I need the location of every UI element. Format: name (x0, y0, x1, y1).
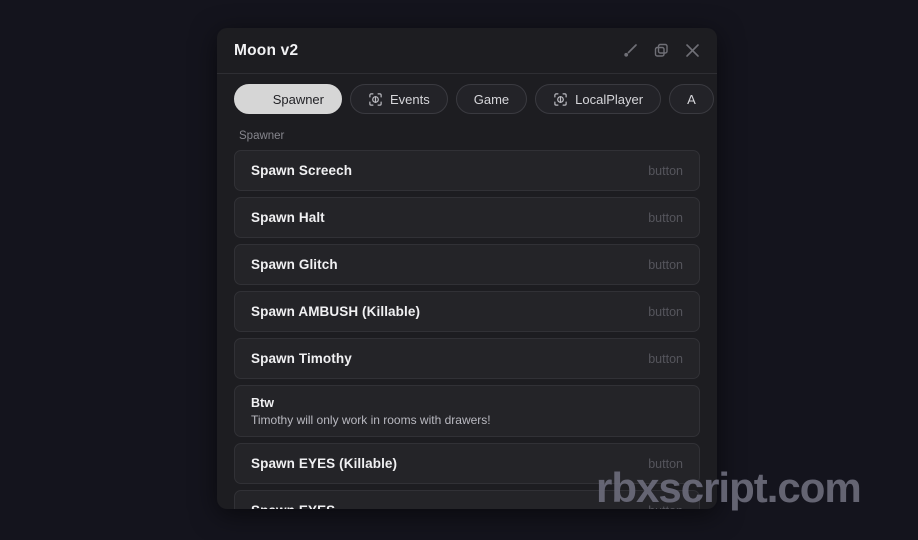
row-type-badge: button (648, 210, 683, 225)
titlebar-actions (619, 40, 703, 62)
section-label: Spawner (239, 130, 285, 142)
tab-game[interactable]: Game (455, 84, 528, 114)
row-label: Spawn Glitch (251, 257, 338, 272)
page-title: Moon v2 (234, 41, 299, 59)
tab-list[interactable]: Spawner Events Game LocalPlayer A (217, 74, 717, 124)
scan-icon (368, 92, 383, 107)
titlebar: Moon v2 (217, 28, 717, 74)
tab-label: LocalPlayer (575, 91, 644, 107)
panel-content: Spawner Spawn Screech button Spawn Halt but… (217, 130, 717, 509)
note-title: Btw (251, 395, 274, 410)
note-row: Btw Timothy will only work in rooms with … (234, 385, 700, 437)
row-label: Spawn Timothy (251, 351, 352, 366)
moon-window: Moon v2 Spawner Events Game LocalPlayer … (217, 28, 717, 509)
tab-spawner[interactable]: Spawner (234, 84, 342, 114)
row-type-badge: button (648, 257, 683, 272)
row-label: Spawn AMBUSH (Killable) (251, 304, 421, 319)
row-label: Spawn EYES (Killable) (251, 456, 398, 471)
scan-icon (553, 92, 568, 107)
note-description: Timothy will only work in rooms with dra… (251, 412, 491, 427)
row-list: Spawn Screech button Spawn Halt button Spawn… (234, 150, 700, 509)
close-icon[interactable] (681, 40, 703, 62)
watermark: rbxscript.com (596, 464, 862, 511)
list-item[interactable]: Spawn AMBUSH (Killable) button (234, 291, 700, 332)
row-type-badge: button (648, 163, 683, 178)
tab-label: Events (390, 91, 430, 107)
tab-label: Game (473, 91, 510, 107)
tab-localplayer[interactable]: LocalPlayer (535, 84, 662, 114)
tab-label: Spawner (272, 91, 324, 107)
row-label: Spawn Screech (251, 163, 353, 178)
row-type-badge: button (648, 351, 683, 366)
list-item[interactable]: Spawn Timothy button (234, 338, 700, 379)
list-item[interactable]: Spawn Halt button (234, 197, 700, 238)
list-item[interactable]: Spawn Glitch button (234, 244, 700, 285)
row-label: Spawn Halt (251, 210, 325, 225)
tab-bar: Spawner Events Game LocalPlayer A (217, 74, 717, 124)
row-label: Spawn EYES (251, 503, 648, 509)
tab-label: A (687, 91, 696, 107)
list-item[interactable]: Spawn Screech button (234, 150, 700, 191)
tab-a[interactable]: A (669, 84, 714, 114)
row-type-badge: button (648, 304, 683, 319)
copy-icon[interactable] (650, 40, 672, 62)
tab-events[interactable]: Events (350, 84, 448, 114)
brush-icon[interactable] (619, 40, 641, 62)
